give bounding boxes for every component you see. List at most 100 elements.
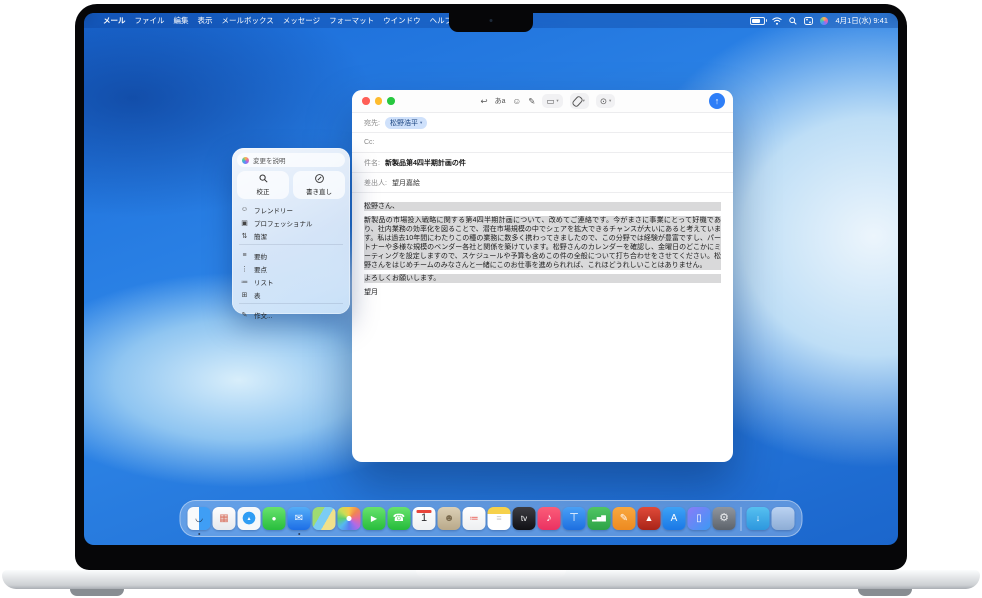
dock-launchpad-icon[interactable]: ▦ [213,507,236,530]
rewrite-button[interactable]: 書き直し [293,171,345,199]
subject-field[interactable]: 件名: 新製品第4四半期計画の件 [352,153,733,173]
running-indicator [298,533,301,536]
search-icon[interactable] [789,17,797,25]
writing-tools-item-list[interactable]: ≔ リスト [237,275,345,288]
writing-tools-item-friendly[interactable]: ☺ フレンドリー [237,203,345,216]
to-field[interactable]: 宛先: 松野浩平 ▾ [352,113,733,133]
dock-phone-icon[interactable]: ☎ [388,507,411,530]
undo-icon[interactable]: ↩ [480,97,487,106]
body-paragraph: 新製品の市場投入戦略に関する第4四半期計画について、改めてご連絡です。今がまさに… [364,216,721,270]
dock: ◡▦▴●✉ ▶☎1☻≔≡tv♪⊤▂▅▇✎▲A▯⚙ ↓ [180,500,803,537]
more-options-button[interactable]: ⊙ ▾ [596,94,615,108]
item-label: 要点 [254,264,267,274]
format-text-icon[interactable]: あa [495,98,506,105]
menu-item[interactable]: ファイル [135,15,165,26]
from-field[interactable]: 差出人: 望月嘉絵 [352,173,733,193]
dock-calendar-icon[interactable]: 1 [413,507,436,530]
minimize-button[interactable] [375,97,383,105]
dock-mail-icon[interactable]: ✉ [288,507,311,530]
send-button[interactable]: ↑ [709,93,725,109]
photo-browser-icon: ▭ [546,97,554,106]
writing-tools-actions: 校正 書き直し [237,171,345,199]
cc-label: Cc: [364,139,375,146]
compose-pencil-icon: ✎ [240,311,249,319]
dock-maps-icon[interactable] [313,507,336,530]
control-center-icon[interactable] [804,17,813,25]
battery-icon[interactable] [750,17,765,25]
display-notch [449,13,533,32]
macbook-screen: メール ファイル編集表示メールボックスメッセージフォーマットウインドウヘルプ 4… [84,13,898,545]
camera-dot [490,19,493,22]
menu-item[interactable]: 表示 [198,15,213,26]
writing-tools-item-table[interactable]: ⊞表 [237,288,345,301]
to-label: 宛先: [364,118,380,128]
laptop-foot [70,589,124,596]
writing-tools-item-summary[interactable]: ≡要約 [237,249,345,262]
writing-tools-item-compose[interactable]: ✎作文... [237,308,345,321]
siri-icon[interactable] [820,17,828,25]
writing-tools-item-concise[interactable]: ⇅簡潔 [237,229,345,242]
writing-tools-icon[interactable]: ✎ [528,97,535,106]
menu-item[interactable]: メールボックス [222,15,274,26]
macbook-base [2,570,980,589]
menu-item[interactable]: フォーマット [329,15,374,26]
message-body[interactable]: 松野さん、 新製品の市場投入戦略に関する第4四半期計画について、改めてご連絡です… [352,193,733,310]
compose-toolbar: ↩ あa ☺ ✎ ▭ ▾ ▾ ⊙ ▾ [480,90,615,112]
dock-numbers-icon[interactable]: ▂▅▇ [588,507,611,530]
dock-facetime-icon[interactable]: ▶ [363,507,386,530]
dock-notes-icon[interactable]: ≡ [488,507,511,530]
proofread-button[interactable]: 校正 [237,171,289,199]
menu-app-name[interactable]: メール [103,15,126,26]
menu-item[interactable]: メッセージ [283,15,320,26]
describe-change-field[interactable]: 変更を説明 [237,153,345,167]
dock-safari-icon[interactable]: ▴ [238,507,261,530]
wifi-icon[interactable] [772,17,782,25]
item-label: フレンドリー [254,205,293,215]
dock-pages-icon[interactable]: ✎ [613,507,636,530]
lid-notch [416,570,566,578]
menu-clock[interactable]: 4月1日(水) 9:41 [835,15,888,26]
mail-titlebar[interactable]: ↩ あa ☺ ✎ ▭ ▾ ▾ ⊙ ▾ [352,90,733,113]
dock-contacts-icon[interactable]: ☻ [438,507,461,530]
dock-system-settings-icon[interactable]: ⚙ [713,507,736,530]
paperclip-icon [571,95,584,108]
dock-rocket-icon[interactable]: ▲ [638,507,661,530]
dock-keynote-icon[interactable]: ⊤ [563,507,586,530]
smiley-icon: ☺ [240,206,249,213]
menu-item[interactable]: 編集 [174,15,189,26]
separator [239,303,343,304]
writing-tools-item-key-points[interactable]: ⋮要点 [237,262,345,275]
dock-finder-icon[interactable]: ◡ [188,507,211,530]
close-button[interactable] [362,97,370,105]
item-label: リスト [254,277,274,287]
menu-item[interactable]: ウインドウ [383,15,421,26]
dock-downloads-folder-icon[interactable]: ↓ [747,507,770,530]
magnifier-sparkle-icon [259,174,268,185]
laptop-foot [858,589,912,596]
dock-reminders-icon[interactable]: ≔ [463,507,486,530]
cc-field[interactable]: Cc: [352,133,733,153]
chevron-down-icon: ▾ [556,98,558,104]
photo-browser-button[interactable]: ▭ ▾ [542,94,562,108]
dock-iphone-mirroring-icon[interactable]: ▯ [688,507,711,530]
emoji-icon[interactable]: ☺ [513,97,522,106]
dock-trash-icon[interactable] [772,507,795,530]
separator [239,244,343,245]
subject-label: 件名: [364,158,380,168]
item-label: 簡潔 [254,231,267,241]
dock-app-store-icon[interactable]: A [663,507,686,530]
zoom-button[interactable] [387,97,395,105]
dock-music-icon[interactable]: ♪ [538,507,561,530]
dock-messages-icon[interactable]: ● [263,507,286,530]
recipient-token[interactable]: 松野浩平 ▾ [385,117,427,129]
dock-photos-icon[interactable] [338,507,361,530]
apple-intelligence-icon [242,157,249,164]
menu-items: ファイル編集表示メールボックスメッセージフォーマットウインドウヘルプ [135,15,462,26]
item-label: プロフェッショナル [254,218,313,228]
list-icon: ≔ [240,278,249,286]
dock-apple-tv-icon[interactable]: tv [513,507,536,530]
writing-tools-item-professional[interactable]: ▣プロフェッショナル [237,216,345,229]
window-controls [362,97,395,105]
chevron-down-icon: ▾ [420,120,422,126]
attachment-button[interactable]: ▾ [570,93,589,109]
